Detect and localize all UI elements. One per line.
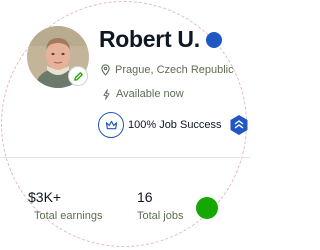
profile-name: Robert U.: [99, 26, 200, 52]
location-text: Prague, Czech Republic: [115, 64, 234, 76]
availability-row: Available now: [103, 88, 184, 100]
verified-icon: [205, 31, 222, 48]
section-divider: [0, 157, 250, 158]
profile-card: Robert U. Prague, Czech Republic Availab…: [0, 0, 250, 250]
total-earnings-label: Total earnings: [34, 210, 103, 222]
pencil-icon: [73, 71, 83, 81]
location-row: Prague, Czech Republic: [101, 64, 234, 76]
lightning-icon: [103, 88, 110, 100]
location-pin-icon: [101, 64, 110, 76]
total-earnings-value: $3K+: [28, 189, 62, 205]
top-rated-badge-icon: [230, 115, 248, 135]
availability-text: Available now: [116, 88, 184, 100]
name-row: Robert U.: [99, 26, 222, 53]
online-status-dot: [196, 197, 218, 219]
job-success-text: 100% Job Success: [128, 119, 222, 131]
total-jobs-value: 16: [137, 189, 153, 205]
edit-photo-button[interactable]: [68, 66, 88, 86]
crown-icon: [105, 120, 117, 129]
avatar-container: [27, 26, 89, 88]
total-jobs-label: Total jobs: [137, 210, 184, 222]
job-success-badge: [98, 112, 124, 138]
job-success-row: 100% Job Success: [98, 112, 222, 138]
